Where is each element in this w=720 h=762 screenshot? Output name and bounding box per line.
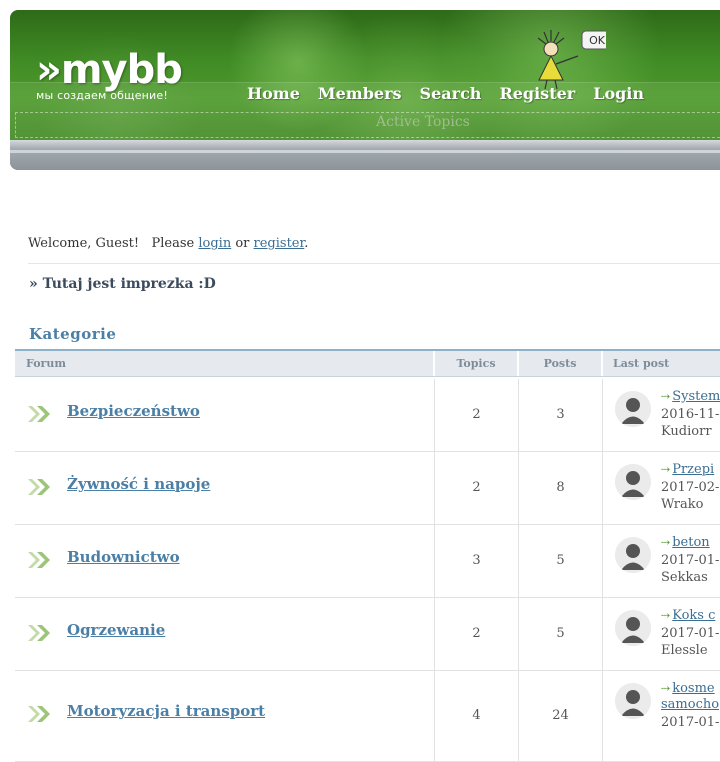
last-post-date: 2017-01- bbox=[661, 553, 720, 568]
avatar bbox=[615, 391, 651, 427]
last-post-link[interactable]: Koks c bbox=[672, 608, 715, 623]
forum-status-icon bbox=[28, 706, 50, 722]
mascot-icon: OK bbox=[537, 30, 606, 90]
last-post-cell: ⇢ kosme samocho 2017-01- bbox=[603, 671, 720, 761]
forum-cell: Motoryzacja i transport bbox=[15, 671, 435, 761]
welcome-divider bbox=[28, 263, 720, 264]
table-row: Ogrzewanie 2 5 ⇢ Koks c 2017-01- Elessle bbox=[15, 598, 720, 671]
avatar bbox=[615, 464, 651, 500]
last-post-date: 2016-11- bbox=[661, 407, 720, 422]
nav-search[interactable]: Search bbox=[420, 84, 482, 104]
forum-link[interactable]: Motoryzacja i transport bbox=[67, 702, 265, 720]
col-last-post-header: Last post bbox=[613, 357, 670, 370]
avatar bbox=[615, 683, 651, 719]
active-topics-bar bbox=[15, 112, 720, 138]
mascot-bubble-text: OK bbox=[589, 34, 606, 47]
thread-arrow-icon: ⇢ bbox=[661, 682, 671, 695]
last-post-user: Elessle bbox=[661, 643, 708, 658]
last-post-link-continued[interactable]: samocho bbox=[661, 697, 719, 712]
forum-cell: Żywność i napoje bbox=[15, 452, 435, 524]
forum-status-icon bbox=[28, 625, 50, 641]
thread-arrow-icon: ⇢ bbox=[661, 463, 671, 476]
posts-count: 3 bbox=[519, 379, 603, 451]
last-post-date: 2017-02- bbox=[661, 480, 720, 495]
site-logo[interactable]: »mybb мы создаем общение! bbox=[36, 47, 183, 102]
col-topics-header: Topics bbox=[435, 351, 519, 376]
login-link[interactable]: login bbox=[198, 236, 231, 251]
last-post-cell: ⇢ System 2016-11- Kudiorr bbox=[603, 379, 720, 451]
main-nav: Home Members Search Register Login bbox=[247, 84, 662, 104]
category-title[interactable]: Kategorie bbox=[29, 325, 116, 343]
thread-arrow-icon: ⇢ bbox=[661, 390, 671, 403]
site-header: »mybb мы создаем общение! OK Home Member… bbox=[10, 10, 720, 170]
topics-count: 2 bbox=[435, 598, 519, 670]
last-post-link[interactable]: System bbox=[672, 389, 720, 404]
forum-cell: Budownictwo bbox=[15, 525, 435, 597]
last-post-link[interactable]: Przepi bbox=[672, 462, 714, 477]
forum-cell: Bezpieczeństwo bbox=[15, 379, 435, 451]
forum-table: Forum Topics Posts Last post Bezpieczeńs… bbox=[15, 349, 720, 762]
last-post-cell: ⇢ Koks c 2017-01- Elessle bbox=[603, 598, 720, 670]
last-post-user: Sekkas bbox=[661, 570, 708, 585]
last-post-thread-line2: samocho bbox=[661, 697, 719, 712]
forum-status-icon bbox=[28, 552, 50, 568]
table-header: Forum Topics Posts Last post bbox=[15, 351, 720, 377]
last-post-user: Kudiorr bbox=[661, 424, 712, 439]
nav-login[interactable]: Login bbox=[593, 84, 644, 104]
table-row: Motoryzacja i transport 4 24 ⇢ kosme samo… bbox=[15, 671, 720, 762]
forum-link[interactable]: Bezpieczeństwo bbox=[67, 402, 200, 420]
thread-arrow-icon: ⇢ bbox=[661, 536, 671, 549]
topics-count: 2 bbox=[435, 452, 519, 524]
topics-count: 4 bbox=[435, 671, 519, 761]
forum-link[interactable]: Ogrzewanie bbox=[67, 621, 165, 639]
topics-count: 3 bbox=[435, 525, 519, 597]
nav-register[interactable]: Register bbox=[499, 84, 575, 104]
last-post-thread: ⇢ System bbox=[661, 389, 720, 404]
header-bottom-bar bbox=[10, 140, 720, 170]
table-row: Żywność i napoje 2 8 ⇢ Przepi 2017-02- Wr… bbox=[15, 452, 720, 525]
last-post-user: Wrako bbox=[661, 497, 704, 512]
last-post-thread: ⇢ Przepi bbox=[661, 462, 714, 477]
thread-arrow-icon: ⇢ bbox=[661, 609, 671, 622]
posts-count: 24 bbox=[519, 671, 603, 761]
last-post-thread: ⇢ kosme bbox=[661, 681, 715, 696]
active-topics-link[interactable]: Active Topics bbox=[376, 114, 470, 130]
register-link[interactable]: register bbox=[254, 236, 305, 251]
last-post-cell: ⇢ beton 2017-01- Sekkas bbox=[603, 525, 720, 597]
forum-link[interactable]: Żywność i napoje bbox=[67, 475, 210, 493]
welcome-prefix: Welcome, Guest! Please bbox=[28, 236, 199, 251]
welcome-message: Welcome, Guest! Please login or register… bbox=[28, 236, 308, 251]
last-post-link[interactable]: kosme bbox=[672, 681, 714, 696]
board-name: » Tutaj jest imprezka :D bbox=[29, 276, 216, 292]
welcome-middle: or bbox=[231, 236, 254, 251]
avatar bbox=[615, 610, 651, 646]
nav-members[interactable]: Members bbox=[318, 84, 402, 104]
logo-tagline: мы создаем общение! bbox=[36, 89, 168, 102]
last-post-date: 2017-01- bbox=[661, 626, 720, 641]
forum-status-icon bbox=[28, 479, 50, 495]
avatar bbox=[615, 537, 651, 573]
last-post-link[interactable]: beton bbox=[672, 535, 709, 550]
topics-count: 2 bbox=[435, 379, 519, 451]
last-post-cell: ⇢ Przepi 2017-02- Wrako bbox=[603, 452, 720, 524]
last-post-thread: ⇢ Koks c bbox=[661, 608, 715, 623]
logo-mark: »mybb bbox=[36, 47, 183, 93]
last-post-thread: ⇢ beton bbox=[661, 535, 710, 550]
table-row: Bezpieczeństwo 2 3 ⇢ System 2016-11- Kudi… bbox=[15, 379, 720, 452]
posts-count: 5 bbox=[519, 525, 603, 597]
welcome-suffix: . bbox=[304, 236, 309, 251]
last-post-date: 2017-01- bbox=[661, 715, 720, 730]
col-forum-header: Forum bbox=[15, 351, 435, 376]
table-row: Budownictwo 3 5 ⇢ beton 2017-01- Sekkas bbox=[15, 525, 720, 598]
forum-status-icon bbox=[28, 406, 50, 422]
col-posts-header: Posts bbox=[519, 351, 603, 376]
posts-count: 8 bbox=[519, 452, 603, 524]
forum-cell: Ogrzewanie bbox=[15, 598, 435, 670]
forum-link[interactable]: Budownictwo bbox=[67, 548, 180, 566]
nav-home[interactable]: Home bbox=[247, 84, 300, 104]
posts-count: 5 bbox=[519, 598, 603, 670]
